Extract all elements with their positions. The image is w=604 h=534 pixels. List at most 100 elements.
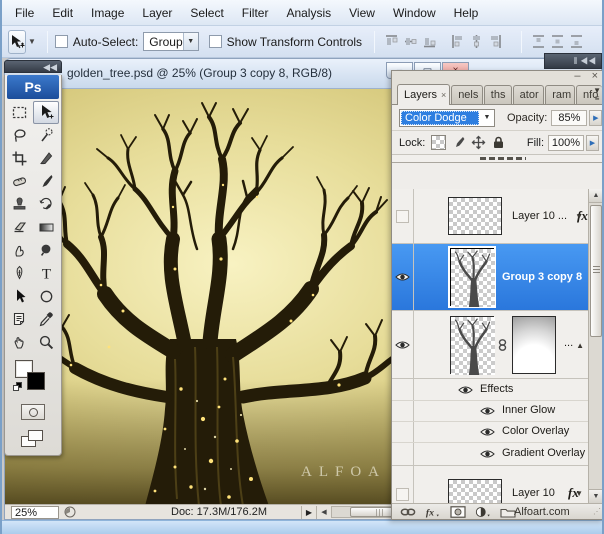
- effect-visibility-eye-icon[interactable]: [480, 427, 495, 437]
- layer-thumbnail[interactable]: [450, 248, 494, 306]
- align-horizontal-centers-icon[interactable]: [470, 34, 483, 49]
- scroll-up-arrow-icon[interactable]: ▲: [589, 189, 603, 203]
- gradient-tool[interactable]: [33, 216, 59, 239]
- layer-row-masked[interactable]: ... ▲: [392, 311, 603, 379]
- lock-pixels-icon[interactable]: [451, 135, 466, 150]
- brush-tool[interactable]: [33, 170, 59, 193]
- layer-row-group3copy8[interactable]: Group 3 copy 8: [392, 244, 603, 311]
- menu-help[interactable]: Help: [445, 0, 488, 26]
- align-top-edges-icon[interactable]: [385, 34, 398, 49]
- dock-grip[interactable]: ⦀ ◀◀: [544, 53, 602, 69]
- opacity-slider-arrow-icon[interactable]: ▶: [589, 110, 602, 126]
- menu-image[interactable]: Image: [82, 0, 133, 26]
- pen-tool[interactable]: [6, 262, 32, 285]
- lock-position-icon[interactable]: [471, 135, 486, 150]
- tab-layers[interactable]: Layers×: [397, 84, 450, 105]
- effect-visibility-eye-icon[interactable]: [480, 406, 495, 416]
- panel-resize-grip[interactable]: ⋰: [593, 507, 601, 516]
- lock-transparency-icon[interactable]: [431, 135, 446, 150]
- menu-file[interactable]: File: [6, 0, 43, 26]
- effect-row-gradient-overlay[interactable]: Gradient Overlay: [392, 443, 603, 466]
- dodge-tool[interactable]: [33, 239, 59, 262]
- layer-style-fx-icon[interactable]: fx: [425, 506, 441, 518]
- quick-mask-mode-button[interactable]: [21, 404, 45, 420]
- effect-visibility-eye-icon[interactable]: [480, 449, 495, 459]
- layer-thumbnail[interactable]: [450, 316, 494, 374]
- eraser-tool[interactable]: [6, 216, 32, 239]
- visibility-toggle-empty[interactable]: [396, 488, 409, 501]
- hand-tool[interactable]: [6, 331, 32, 354]
- path-selection-tool[interactable]: [6, 285, 32, 308]
- scroll-thumb[interactable]: [590, 205, 602, 337]
- align-bottom-edges-icon[interactable]: [423, 34, 436, 49]
- dropdown-arrow-icon[interactable]: ▼: [183, 33, 198, 50]
- link-layers-icon[interactable]: [400, 506, 416, 518]
- zoom-tool[interactable]: [33, 331, 59, 354]
- menu-filter[interactable]: Filter: [233, 0, 278, 26]
- version-cue-icon[interactable]: [63, 506, 77, 518]
- align-left-edges-icon[interactable]: [451, 34, 464, 49]
- notes-tool[interactable]: [6, 308, 32, 331]
- scroll-left-arrow-icon[interactable]: ◀: [317, 508, 331, 516]
- layer-row-layer10-top[interactable]: Layer 10 ... fx ▼: [392, 189, 603, 244]
- eyedropper-tool[interactable]: [33, 308, 59, 331]
- background-color-swatch[interactable]: [27, 372, 45, 390]
- fill-slider-arrow-icon[interactable]: ▶: [586, 135, 599, 151]
- history-brush-tool[interactable]: [33, 193, 59, 216]
- collapse-arrows-icon[interactable]: ◀◀: [43, 62, 57, 72]
- effect-row-inner-glow[interactable]: Inner Glow: [392, 401, 603, 422]
- distribute-bottom-edges-icon[interactable]: [570, 34, 583, 49]
- layer-thumbnail[interactable]: [448, 479, 502, 503]
- layers-scrollbar[interactable]: ▲ ▼: [588, 189, 603, 503]
- distribute-top-edges-icon[interactable]: [532, 34, 545, 49]
- panel-close-button[interactable]: ×: [592, 70, 598, 82]
- move-tool-preset-icon[interactable]: [8, 30, 26, 54]
- spot-healing-brush-tool[interactable]: [6, 170, 32, 193]
- quick-selection-tool[interactable]: [33, 124, 59, 147]
- adjustment-layer-icon[interactable]: [475, 506, 491, 518]
- menu-select[interactable]: Select: [181, 0, 232, 26]
- crop-tool[interactable]: [6, 147, 32, 170]
- tab-histogram[interactable]: ram: [545, 85, 575, 104]
- effects-visibility-eye-icon[interactable]: [458, 385, 473, 395]
- effect-row-color-overlay[interactable]: Color Overlay: [392, 422, 603, 443]
- default-colors-icon[interactable]: [13, 382, 22, 391]
- toolbox-grip[interactable]: ◀◀: [4, 60, 62, 73]
- screen-mode-button[interactable]: [21, 430, 45, 448]
- distribute-vertical-centers-icon[interactable]: [551, 34, 564, 49]
- fill-field[interactable]: 100%: [548, 135, 584, 151]
- tab-close-icon[interactable]: ×: [441, 90, 446, 100]
- fx-collapse-arrow-icon[interactable]: ▲: [576, 341, 584, 350]
- ellipse-shape-tool[interactable]: [33, 285, 59, 308]
- zoom-level-field[interactable]: 25%: [11, 506, 59, 519]
- auto-select-checkbox[interactable]: [55, 35, 68, 48]
- panel-minimize-button[interactable]: –: [574, 70, 580, 82]
- show-transform-checkbox[interactable]: [209, 35, 222, 48]
- tool-preset-caret-icon[interactable]: ▼: [28, 37, 36, 46]
- layer-row-layer10-bottom[interactable]: Layer 10 fx ▼: [392, 466, 603, 503]
- align-vertical-centers-icon[interactable]: [404, 34, 417, 49]
- visibility-eye-icon[interactable]: [395, 340, 410, 350]
- move-tool[interactable]: [33, 101, 59, 124]
- visibility-toggle-empty[interactable]: [396, 210, 409, 223]
- lasso-tool[interactable]: [6, 124, 32, 147]
- slice-tool[interactable]: [33, 147, 59, 170]
- fx-collapse-arrow-icon[interactable]: ▼: [575, 489, 583, 498]
- blend-mode-dropdown[interactable]: Color Dodge ▼: [399, 109, 495, 127]
- blend-dropdown-arrow-icon[interactable]: ▼: [480, 114, 494, 121]
- menu-window[interactable]: Window: [384, 0, 445, 26]
- mask-link-icon[interactable]: [497, 339, 508, 351]
- tab-navigator[interactable]: ator: [513, 85, 545, 104]
- lock-all-icon[interactable]: [491, 135, 506, 150]
- menu-layer[interactable]: Layer: [133, 0, 181, 26]
- layer-mask-thumbnail[interactable]: [512, 316, 556, 374]
- rectangular-marquee-tool[interactable]: [6, 101, 32, 124]
- dock-collapse-arrows-icon[interactable]: ◀◀: [580, 56, 596, 66]
- type-tool[interactable]: T: [33, 262, 59, 285]
- smudge-tool[interactable]: [6, 239, 32, 262]
- opacity-field[interactable]: 85%: [551, 110, 587, 126]
- panel-menu-icon[interactable]: ▼≡: [593, 87, 601, 103]
- status-flyout-arrow-icon[interactable]: ▶: [301, 506, 317, 519]
- fx-collapse-arrow-icon[interactable]: ▼: [575, 212, 583, 221]
- menu-edit[interactable]: Edit: [43, 0, 82, 26]
